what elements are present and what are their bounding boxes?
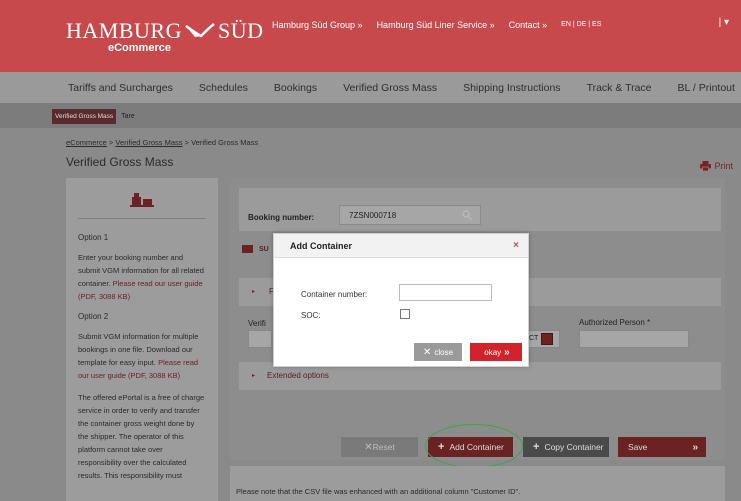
- link-contact[interactable]: Contact »: [509, 20, 548, 30]
- csv-notice: Please note that the CSV file was enhanc…: [230, 466, 725, 501]
- booking-search-box: Booking number: 7ZSN000718: [239, 188, 721, 231]
- calendar-icon[interactable]: [541, 333, 553, 345]
- list-icon: [242, 245, 253, 253]
- link-liner-service[interactable]: Hamburg Süd Liner Service »: [377, 20, 495, 30]
- copy-container-button[interactable]: + Copy Container: [523, 437, 609, 457]
- authorized-person-label: Authorized Person *: [579, 318, 651, 327]
- save-button[interactable]: Save »: [618, 437, 706, 457]
- nav-shipping-instructions[interactable]: Shipping Instructions: [463, 82, 560, 94]
- subnav-tare-tab[interactable]: Tare: [121, 113, 135, 120]
- page-title: Verified Gross Mass: [66, 155, 174, 169]
- double-chevron-right-icon: »: [504, 346, 509, 358]
- hamburg-sud-logo[interactable]: HAMBURG SÜD eCommerce: [66, 18, 263, 54]
- nav-bookings[interactable]: Bookings: [274, 82, 317, 94]
- option2-heading: Option 2: [78, 312, 109, 321]
- booking-number-label: Booking number:: [248, 213, 315, 222]
- add-container-dialog: Add Container × Container number: SOC: ✕…: [273, 233, 529, 367]
- dialog-cancel-button[interactable]: ✕ close: [414, 343, 462, 361]
- chevron-right-icon: ▸: [252, 373, 256, 379]
- breadcrumb-sep: >: [182, 138, 192, 147]
- logo-wave-icon: [185, 23, 215, 38]
- dialog-header: Add Container ×: [274, 234, 528, 258]
- nav-bl-printout[interactable]: BL / Printout: [678, 82, 735, 94]
- search-icon[interactable]: [462, 210, 472, 220]
- print-label: Print: [714, 161, 733, 171]
- language-switcher[interactable]: EN | DE | ES: [561, 20, 601, 30]
- soc-label: SOC:: [301, 311, 321, 320]
- printer-icon: [700, 161, 712, 171]
- sub-nav: Verified Gross Mass Tare: [0, 104, 741, 128]
- close-button-label: close: [434, 347, 454, 357]
- nav-schedules[interactable]: Schedules: [199, 82, 248, 94]
- copy-container-label: Copy Container: [544, 442, 604, 452]
- option2-text: Submit VGM information for multiple book…: [78, 330, 206, 382]
- date-input-label: CT: [529, 335, 539, 342]
- site-header: HAMBURG SÜD eCommerce Hamburg Süd Group …: [0, 0, 741, 72]
- disclaimer-text: The offered ePortal is a free of charge …: [78, 393, 205, 480]
- breadcrumb: eCommerce > Verified Gross Mass > Verifi…: [66, 138, 258, 147]
- dialog-okay-button[interactable]: okay »: [470, 343, 522, 361]
- okay-button-label: okay: [484, 347, 502, 357]
- extended-options-label: Extended options: [267, 371, 329, 380]
- booking-number-input[interactable]: 7ZSN000718: [339, 205, 481, 225]
- subnav-vgm-tab[interactable]: Verified Gross Mass: [52, 108, 117, 124]
- option1-heading: Option 1: [78, 233, 109, 242]
- breadcrumb-current: Verified Gross Mass: [191, 138, 259, 147]
- header-menu-toggle[interactable]: | ▾: [719, 17, 729, 28]
- soc-checkbox[interactable]: [400, 309, 410, 319]
- close-icon: ✕: [364, 441, 373, 453]
- verification-label: Verifi: [248, 319, 266, 328]
- panel-divider: [78, 218, 206, 219]
- print-button[interactable]: Print: [700, 161, 733, 171]
- breadcrumb-section[interactable]: Verified Gross Mass: [115, 138, 182, 147]
- chevron-right-icon: ▸: [252, 289, 256, 295]
- breadcrumb-home[interactable]: eCommerce: [66, 138, 107, 147]
- action-buttons: ✕ Reset + Add Container + Copy Container…: [341, 437, 716, 457]
- container-number-input[interactable]: [399, 284, 492, 301]
- left-info-panel: Option 1 Enter your booking number and s…: [66, 178, 218, 501]
- double-chevron-right-icon: »: [692, 441, 697, 453]
- link-group[interactable]: Hamburg Süd Group »: [272, 20, 363, 30]
- container-list-label: SU: [259, 245, 269, 253]
- main-nav: Tariffs and Surcharges Schedules Booking…: [0, 72, 741, 104]
- option1-text: Enter your booking number and submit VGM…: [78, 251, 206, 303]
- container-number-label: Container number:: [301, 290, 368, 299]
- verification-input[interactable]: [248, 330, 272, 348]
- logo-right-text: SÜD: [217, 18, 264, 43]
- authorized-person-input[interactable]: [579, 330, 689, 348]
- close-icon: ✕: [422, 346, 432, 358]
- booking-number-value: 7ZSN000718: [349, 211, 397, 220]
- save-label: Save: [628, 442, 648, 452]
- dialog-close-icon[interactable]: ×: [513, 240, 519, 251]
- reset-label: Reset: [372, 442, 395, 452]
- logo-left-text: HAMBURG: [66, 18, 182, 43]
- weight-truck-icon: [130, 190, 154, 208]
- nav-vgm[interactable]: Verified Gross Mass: [343, 82, 437, 94]
- dialog-title: Add Container: [290, 241, 352, 251]
- reset-button[interactable]: ✕ Reset: [341, 437, 418, 457]
- highlight-circle: [425, 424, 523, 468]
- nav-track-trace[interactable]: Track & Trace: [587, 82, 652, 94]
- plus-icon: +: [533, 441, 540, 453]
- header-links: Hamburg Süd Group » Hamburg Süd Liner Se…: [272, 20, 601, 30]
- nav-tariffs[interactable]: Tariffs and Surcharges: [68, 82, 173, 94]
